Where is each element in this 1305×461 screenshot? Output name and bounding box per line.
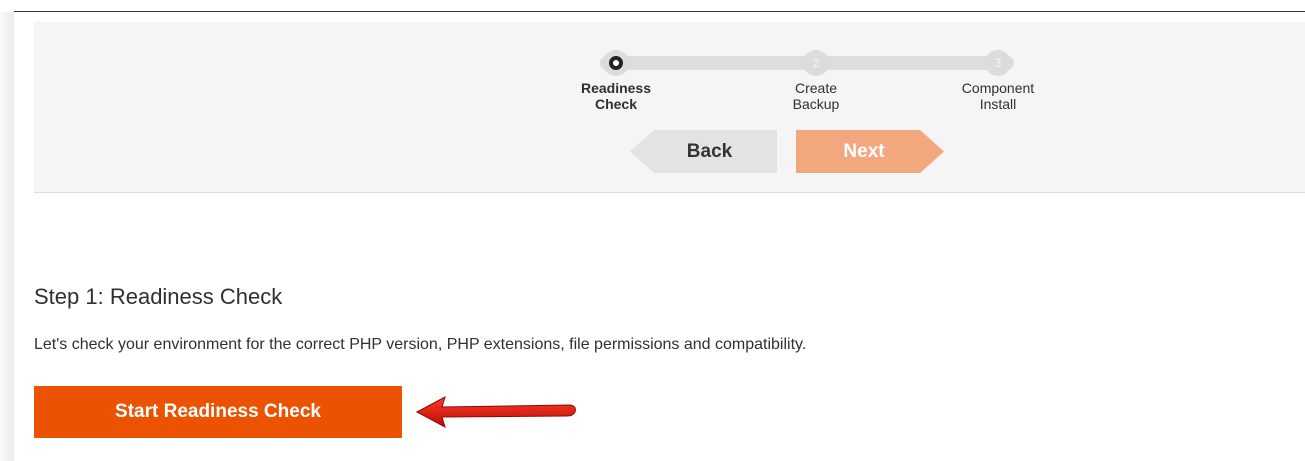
active-step-ring-icon [609,56,623,70]
step-1-label: Readiness Check [546,80,686,112]
start-readiness-check-button[interactable]: Start Readiness Check [34,386,402,438]
page: 2 3 Readiness Check Create Backup Compon… [0,0,1305,461]
step-1-indicator [603,50,629,76]
step-2-label: Create Backup [746,80,886,112]
page-title: Step 1: Readiness Check [34,284,283,309]
step-3-label-line2: Install [979,96,1017,112]
red-arrow-left-icon [415,395,576,428]
progress-track-segment-1 [600,56,816,70]
step-2-number: 2 [812,56,820,70]
next-button[interactable]: Next [796,130,944,173]
step-3-number: 3 [994,56,1002,70]
step-2-label-line1: Create [794,80,838,96]
step-2-indicator: 2 [803,50,829,76]
step-3-label: Component Install [928,80,1068,112]
step-description: Let's check your environment for the cor… [34,336,807,353]
step-3-label-line1: Component [961,80,1035,96]
step-2-label-line2: Backup [792,96,840,112]
back-button[interactable]: Back [630,130,777,173]
progress-track-segment-2 [802,56,1014,70]
step-1-label-line1: Readiness [580,80,652,96]
top-divider [14,11,1305,12]
left-edge-shadow [0,12,14,461]
step-1-label-line2: Check [594,96,638,112]
step-3-indicator: 3 [985,50,1011,76]
